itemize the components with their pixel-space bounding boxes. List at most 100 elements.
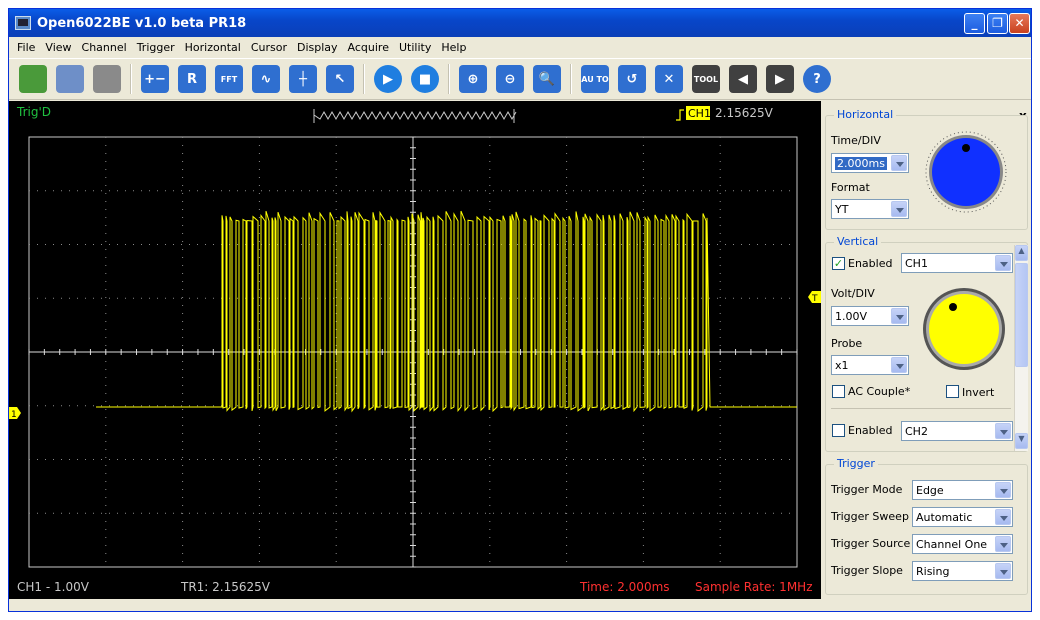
menu-view[interactable]: View bbox=[40, 41, 76, 54]
cursor-icon[interactable]: ┼ bbox=[289, 65, 317, 93]
menu-help[interactable]: Help bbox=[436, 41, 471, 54]
chevron-down-icon bbox=[995, 563, 1011, 579]
waveform-icon[interactable]: ∿ bbox=[252, 65, 280, 93]
vertical-group: Vertical ✓ Enabled CH1 Volt/DIV 1.00V Pr… bbox=[825, 235, 1028, 452]
window-title: Open6022BE v1.0 beta PR18 bbox=[37, 15, 247, 31]
ch2-enabled-checkbox[interactable] bbox=[832, 424, 845, 437]
volt-div-knob[interactable] bbox=[922, 287, 1006, 371]
open-icon[interactable] bbox=[19, 65, 47, 93]
zoom-icon[interactable]: 🔍 bbox=[533, 65, 561, 93]
ac-couple-checkbox[interactable] bbox=[832, 385, 845, 398]
zoom-in-icon[interactable]: ⊕ bbox=[459, 65, 487, 93]
menu-display[interactable]: Display bbox=[292, 41, 343, 54]
tool-icon[interactable]: TOOL bbox=[692, 65, 720, 93]
scroll-thumb[interactable] bbox=[1015, 263, 1028, 367]
reference-icon[interactable]: R bbox=[178, 65, 206, 93]
minimize-button[interactable]: _ bbox=[964, 13, 985, 34]
ac-couple-label: AC Couple* bbox=[848, 385, 911, 398]
menu-acquire[interactable]: Acquire bbox=[343, 41, 394, 54]
fft-icon[interactable]: FFT bbox=[215, 65, 243, 93]
print-icon[interactable] bbox=[93, 65, 121, 93]
trigger-title: Trigger bbox=[834, 457, 878, 470]
run-icon[interactable]: ▶ bbox=[374, 65, 402, 93]
ch1-enabled-checkbox[interactable]: ✓ bbox=[832, 257, 845, 270]
ch2-enabled-label: Enabled bbox=[848, 424, 893, 437]
volt-div-select[interactable]: 1.00V bbox=[831, 306, 909, 326]
chevron-down-icon bbox=[995, 509, 1011, 525]
select-icon[interactable]: ↖ bbox=[326, 65, 354, 93]
maximize-button[interactable]: ❐ bbox=[987, 13, 1008, 34]
probe-select[interactable]: x1 bbox=[831, 355, 909, 375]
zoom-out-icon[interactable]: ⊖ bbox=[496, 65, 524, 93]
stop-icon[interactable]: ■ bbox=[411, 65, 439, 93]
control-panel: x Horizontal Time/DIV 2.000ms Format YT … bbox=[821, 101, 1031, 599]
toolbar-separator bbox=[130, 64, 132, 94]
probe-label: Probe bbox=[831, 337, 863, 350]
chevron-down-icon bbox=[995, 423, 1011, 439]
toolbar-separator bbox=[570, 64, 572, 94]
auto-icon[interactable]: AU TO bbox=[581, 65, 609, 93]
trigger-group: Trigger Trigger Mode Edge Trigger Sweep … bbox=[825, 457, 1028, 595]
app-icon bbox=[15, 16, 31, 30]
invert-checkbox[interactable] bbox=[946, 385, 959, 398]
ch2-select[interactable]: CH2 bbox=[901, 421, 1013, 441]
ch1-ground-marker[interactable]: 1 bbox=[9, 407, 21, 420]
invert-label: Invert bbox=[962, 386, 995, 399]
horizontal-group: Horizontal Time/DIV 2.000ms Format YT bbox=[825, 108, 1028, 230]
menu-utility[interactable]: Utility bbox=[394, 41, 436, 54]
trigger-slope-select[interactable]: Rising bbox=[912, 561, 1013, 581]
trigger-position-bar[interactable] bbox=[313, 109, 517, 123]
close-button[interactable]: ✕ bbox=[1009, 13, 1030, 34]
vertical-title: Vertical bbox=[834, 235, 882, 248]
toolbar-separator bbox=[363, 64, 365, 94]
trigger-sweep-select[interactable]: Automatic bbox=[912, 507, 1013, 527]
time-div-knob[interactable] bbox=[924, 130, 1008, 214]
ch1-trace bbox=[96, 210, 797, 413]
trigger-marker[interactable]: T bbox=[808, 291, 821, 304]
trigger-mode-label: Trigger Mode bbox=[831, 483, 903, 496]
trigger-slope-label: Trigger Slope bbox=[831, 564, 903, 577]
scope-screen[interactable]: Trig'D CH1 2.15625V 1 T CH1 - 1.00V TR1:… bbox=[9, 101, 821, 599]
trigger-marker-label: T bbox=[811, 294, 818, 304]
scroll-up-icon[interactable]: ▲ bbox=[1015, 245, 1028, 261]
help-icon[interactable]: ? bbox=[803, 65, 831, 93]
scroll-down-icon[interactable]: ▼ bbox=[1015, 433, 1028, 449]
format-select[interactable]: YT bbox=[831, 199, 909, 219]
chevron-down-icon bbox=[995, 536, 1011, 552]
chevron-down-icon bbox=[995, 255, 1011, 271]
ch1-enabled-label: Enabled bbox=[848, 257, 893, 270]
volt-div-label: Volt/DIV bbox=[831, 287, 875, 300]
app-window: Open6022BE v1.0 beta PR18 _ ❐ ✕ File View… bbox=[8, 8, 1032, 612]
trigger-mode-select[interactable]: Edge bbox=[912, 480, 1013, 500]
chevron-down-icon bbox=[891, 201, 907, 217]
chevron-down-icon bbox=[891, 308, 907, 324]
trigger-source-select[interactable]: Channel One bbox=[912, 534, 1013, 554]
menu-horizontal[interactable]: Horizontal bbox=[180, 41, 246, 54]
next-frame-icon[interactable]: ▶ bbox=[766, 65, 794, 93]
fullscreen-icon[interactable]: ✕ bbox=[655, 65, 683, 93]
save-icon[interactable] bbox=[56, 65, 84, 93]
trig-status: Trig'D bbox=[16, 105, 51, 119]
chevron-down-icon bbox=[891, 155, 907, 171]
trigger-channel: CH1 bbox=[688, 107, 711, 120]
trigger-sweep-label: Trigger Sweep bbox=[831, 510, 909, 523]
scope-display[interactable]: Trig'D CH1 2.15625V 1 T CH1 - 1.00V TR1:… bbox=[9, 101, 821, 599]
menu-channel[interactable]: Channel bbox=[77, 41, 132, 54]
menu-cursor[interactable]: Cursor bbox=[246, 41, 292, 54]
chevron-down-icon bbox=[995, 482, 1011, 498]
vertical-scrollbar[interactable]: ▲ ▼ bbox=[1014, 245, 1028, 451]
menu-file[interactable]: File bbox=[12, 41, 40, 54]
toolbar: +− R FFT ∿ ┼ ↖ ▶ ■ ⊕ ⊖ 🔍 AU TO ↺ ✕ TOOL ◀ ▶? bbox=[9, 58, 1031, 100]
trigger-source-label: Trigger Source bbox=[831, 537, 911, 550]
math-icon[interactable]: +− bbox=[141, 65, 169, 93]
menu-trigger[interactable]: Trigger bbox=[132, 41, 180, 54]
time-div-select[interactable]: 2.000ms bbox=[831, 153, 909, 173]
vertical-channel-select[interactable]: CH1 bbox=[901, 253, 1013, 273]
status-bar bbox=[9, 599, 1031, 611]
prev-frame-icon[interactable]: ◀ bbox=[729, 65, 757, 93]
scope-grid bbox=[28, 136, 798, 568]
sample-rate-readout: Sample Rate: 1MHz bbox=[695, 580, 813, 594]
reset-icon[interactable]: ↺ bbox=[618, 65, 646, 93]
menu-bar: File View Channel Trigger Horizontal Cursor Di… bbox=[9, 37, 1031, 57]
ch1-marker-label: 1 bbox=[11, 410, 17, 420]
